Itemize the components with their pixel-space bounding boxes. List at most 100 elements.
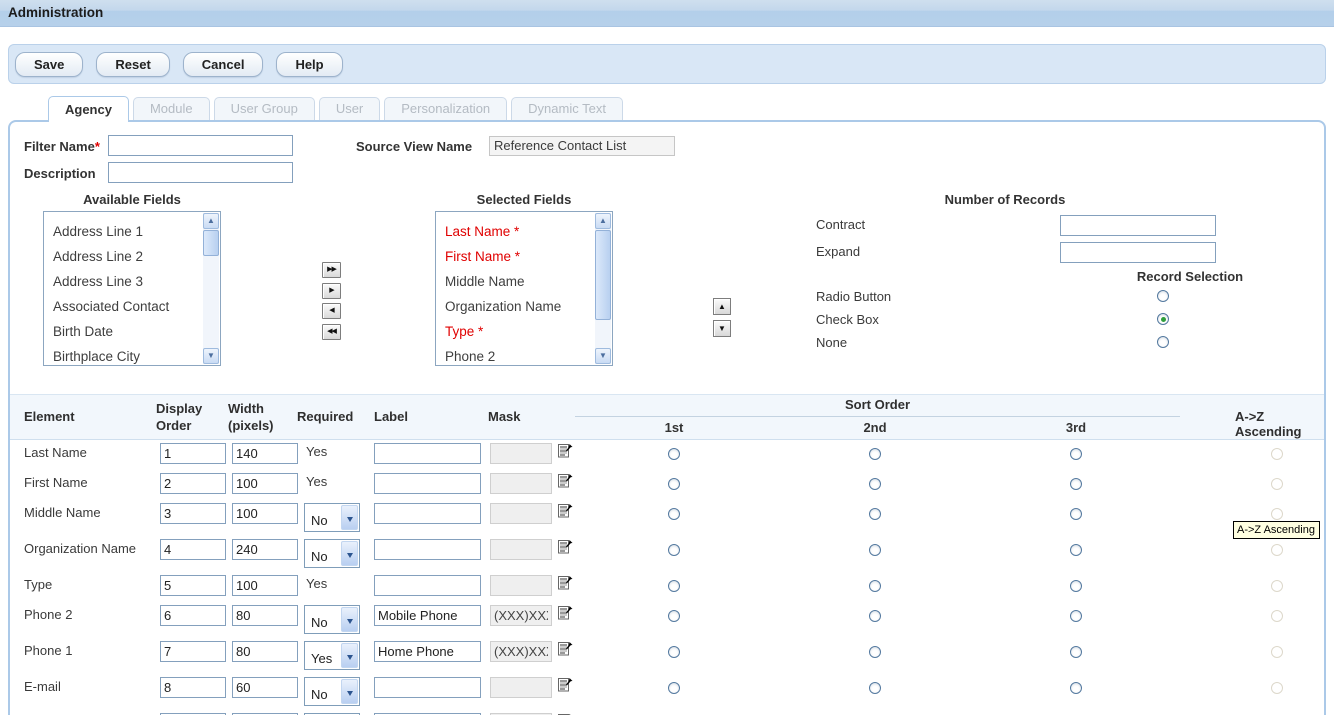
display-order-input[interactable] (160, 641, 226, 662)
display-order-input[interactable] (160, 677, 226, 698)
help-button[interactable]: Help (276, 52, 342, 77)
mask-lookup-icon[interactable] (558, 539, 573, 554)
chevron-down-icon[interactable] (341, 505, 358, 530)
move-up-button[interactable]: ▲ (713, 298, 731, 315)
scroll-up-icon[interactable]: ▲ (595, 213, 611, 229)
width-input[interactable] (232, 575, 298, 596)
list-item[interactable]: Organization Name (436, 294, 595, 319)
sort-1st-radio[interactable] (668, 580, 680, 592)
move-all-left-button[interactable]: ◀◀ (322, 324, 341, 340)
label-input[interactable] (374, 473, 481, 494)
list-item[interactable]: Birth Date (44, 319, 203, 344)
sort-1st-radio[interactable] (668, 544, 680, 556)
chevron-down-icon[interactable] (341, 607, 358, 632)
label-input[interactable] (374, 677, 481, 698)
expand-input[interactable] (1060, 242, 1216, 263)
label-input[interactable] (374, 539, 481, 560)
list-item[interactable]: First Name * (436, 244, 595, 269)
tab-agency[interactable]: Agency (48, 96, 129, 122)
sort-1st-radio[interactable] (668, 646, 680, 658)
width-input[interactable] (232, 641, 298, 662)
display-order-input[interactable] (160, 473, 226, 494)
sort-2nd-radio[interactable] (869, 448, 881, 460)
list-item[interactable]: Birthplace City (44, 344, 203, 365)
sort-2nd-radio[interactable] (869, 682, 881, 694)
width-input[interactable] (232, 443, 298, 464)
sort-2nd-radio[interactable] (869, 544, 881, 556)
sort-3rd-radio[interactable] (1070, 610, 1082, 622)
label-input[interactable] (374, 641, 481, 662)
sort-2nd-radio[interactable] (869, 580, 881, 592)
sort-2nd-radio[interactable] (869, 610, 881, 622)
display-order-input[interactable] (160, 605, 226, 626)
sort-3rd-radio[interactable] (1070, 646, 1082, 658)
mask-lookup-icon[interactable] (558, 473, 573, 488)
sort-2nd-radio[interactable] (869, 478, 881, 490)
chevron-down-icon[interactable] (341, 541, 358, 566)
sort-2nd-radio[interactable] (869, 646, 881, 658)
display-order-input[interactable] (160, 575, 226, 596)
list-item[interactable]: Last Name * (436, 219, 595, 244)
width-input[interactable] (232, 677, 298, 698)
mask-lookup-icon[interactable] (558, 443, 573, 458)
move-right-button[interactable]: ▶ (322, 283, 341, 299)
sort-1st-radio[interactable] (668, 610, 680, 622)
width-input[interactable] (232, 473, 298, 494)
sort-3rd-radio[interactable] (1070, 508, 1082, 520)
sort-1st-radio[interactable] (668, 478, 680, 490)
sort-3rd-radio[interactable] (1070, 448, 1082, 460)
sort-1st-radio[interactable] (668, 682, 680, 694)
required-select[interactable]: No (304, 503, 360, 532)
width-input[interactable] (232, 503, 298, 524)
list-item[interactable]: Type * (436, 319, 595, 344)
selected-fields-listbox[interactable]: Last Name *First Name *Middle NameOrgani… (435, 211, 613, 366)
scrollbar-thumb[interactable] (595, 230, 611, 320)
save-button[interactable]: Save (15, 52, 83, 77)
width-input[interactable] (232, 539, 298, 560)
sort-1st-radio[interactable] (668, 508, 680, 520)
list-item[interactable]: Address Line 1 (44, 219, 203, 244)
required-select[interactable]: Yes (304, 641, 360, 670)
label-input[interactable] (374, 503, 481, 524)
record-selection-radio[interactable] (1157, 336, 1169, 348)
label-input[interactable] (374, 575, 481, 596)
required-select[interactable]: No (304, 539, 360, 568)
selected-fields-scrollbar[interactable]: ▲ ▼ (595, 213, 611, 364)
list-item[interactable]: Associated Contact (44, 294, 203, 319)
move-left-button[interactable]: ◀ (322, 303, 341, 319)
filter-name-input[interactable] (108, 135, 293, 156)
chevron-down-icon[interactable] (341, 643, 358, 668)
list-item[interactable]: Phone 2 (436, 344, 595, 365)
width-input[interactable] (232, 605, 298, 626)
list-item[interactable]: Middle Name (436, 269, 595, 294)
move-down-button[interactable]: ▼ (713, 320, 731, 337)
mask-lookup-icon[interactable] (558, 677, 573, 692)
label-input[interactable] (374, 605, 481, 626)
display-order-input[interactable] (160, 539, 226, 560)
mask-lookup-icon[interactable] (558, 605, 573, 620)
contract-input[interactable] (1060, 215, 1216, 236)
description-input[interactable] (108, 162, 293, 183)
mask-lookup-icon[interactable] (558, 641, 573, 656)
required-select[interactable]: No (304, 677, 360, 706)
list-item[interactable]: Address Line 2 (44, 244, 203, 269)
required-select[interactable]: No (304, 605, 360, 634)
scroll-up-icon[interactable]: ▲ (203, 213, 219, 229)
move-all-right-button[interactable]: ▶▶ (322, 262, 341, 278)
display-order-input[interactable] (160, 443, 226, 464)
sort-3rd-radio[interactable] (1070, 682, 1082, 694)
sort-3rd-radio[interactable] (1070, 544, 1082, 556)
scroll-down-icon[interactable]: ▼ (595, 348, 611, 364)
sort-3rd-radio[interactable] (1070, 580, 1082, 592)
reset-button[interactable]: Reset (96, 52, 169, 77)
available-fields-scrollbar[interactable]: ▲ ▼ (203, 213, 219, 364)
list-item[interactable]: Address Line 3 (44, 269, 203, 294)
available-fields-listbox[interactable]: Address Line 1Address Line 2Address Line… (43, 211, 221, 366)
sort-2nd-radio[interactable] (869, 508, 881, 520)
chevron-down-icon[interactable] (341, 679, 358, 704)
display-order-input[interactable] (160, 503, 226, 524)
scrollbar-thumb[interactable] (203, 230, 219, 256)
sort-3rd-radio[interactable] (1070, 478, 1082, 490)
record-selection-radio[interactable] (1157, 313, 1169, 325)
sort-1st-radio[interactable] (668, 448, 680, 460)
